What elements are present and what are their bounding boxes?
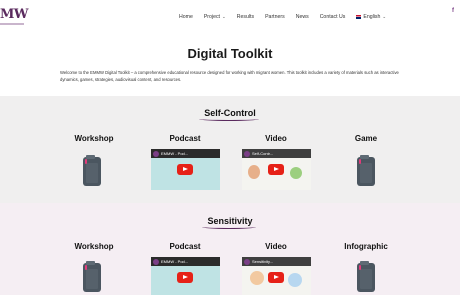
nav-item-news[interactable]: News: [296, 14, 309, 20]
infographic-document-icon[interactable]: [357, 261, 375, 292]
page-title: Digital Toolkit: [187, 46, 273, 61]
column-title: Workshop: [74, 134, 114, 143]
workshop-document-icon[interactable]: [83, 261, 101, 292]
podcast-video-thumbnail[interactable]: EMMW - Pod...: [151, 257, 220, 295]
language-label: English: [363, 14, 381, 20]
workshop-document-icon[interactable]: [83, 155, 101, 186]
heading-underline: [199, 117, 259, 121]
section-sensitivity: Sensitivity Workshop Podcast EMMW - Pod.…: [0, 203, 460, 295]
channel-avatar-icon: [244, 258, 250, 265]
column-video: Video: [236, 242, 316, 251]
language-switcher[interactable]: English ⌄: [356, 14, 386, 20]
uk-flag-icon: [356, 15, 362, 19]
column-podcast: Podcast: [145, 134, 225, 143]
nav-label: Partners: [265, 14, 285, 20]
chevron-down-icon: ⌄: [382, 14, 387, 19]
column-workshop: Workshop: [54, 242, 134, 251]
column-title: Podcast: [169, 134, 201, 143]
heading-underline: [202, 225, 256, 229]
site-header: MW Home Project ⌄ Results Partners News C…: [0, 0, 460, 40]
nav-item-contact-us[interactable]: Contact Us: [320, 14, 346, 20]
column-title: Game: [354, 134, 378, 143]
youtube-play-icon[interactable]: [268, 164, 284, 175]
column-video: Video: [236, 134, 316, 143]
thumbnail-title: Self-Contr...: [252, 151, 274, 156]
person-illustration-icon: [248, 165, 260, 179]
main-nav: Home Project ⌄ Results Partners News Cont…: [179, 14, 397, 20]
column-title: Podcast: [169, 242, 201, 251]
person-illustration-icon: [288, 273, 302, 287]
channel-avatar-icon: [244, 150, 250, 157]
video-thumbnail[interactable]: Self-Contr...: [242, 149, 311, 190]
podcast-video-thumbnail[interactable]: EMMW - Pod...: [151, 149, 220, 190]
person-illustration-icon: [250, 271, 264, 285]
game-document-icon[interactable]: [357, 155, 375, 186]
nav-item-partners[interactable]: Partners: [265, 14, 285, 20]
column-title: Video: [265, 242, 287, 251]
logo-underline: [0, 23, 24, 25]
youtube-play-icon[interactable]: [177, 272, 193, 283]
column-title: Video: [265, 134, 287, 143]
nav-item-results[interactable]: Results: [237, 14, 254, 20]
nav-label: Results: [236, 14, 255, 20]
channel-avatar-icon: [153, 150, 159, 157]
nav-label: Project: [203, 14, 220, 20]
column-podcast: Podcast: [145, 242, 225, 251]
youtube-play-icon[interactable]: [177, 164, 193, 175]
thumbnail-title: EMMW - Pod...: [161, 151, 189, 156]
nav-label: Home: [179, 14, 193, 20]
youtube-play-icon[interactable]: [268, 272, 284, 283]
chevron-down-icon: ⌄: [222, 14, 226, 19]
intro-text: Welcome to the EMMW Digital Toolkit – a …: [60, 70, 399, 82]
nav-item-project[interactable]: Project ⌄: [204, 14, 226, 20]
nav-label: Contact Us: [319, 14, 346, 20]
plant-illustration-icon: [290, 167, 302, 179]
column-title: Workshop: [74, 242, 114, 251]
column-game: Game: [326, 134, 406, 143]
thumbnail-title: Sensitivity...: [252, 259, 274, 264]
column-infographic: Infographic: [326, 242, 406, 251]
facebook-icon[interactable]: f: [452, 8, 454, 14]
column-title: Infographic: [344, 242, 388, 251]
video-thumbnail[interactable]: Sensitivity...: [242, 257, 311, 295]
channel-avatar-icon: [153, 258, 159, 265]
nav-label: News: [295, 14, 309, 20]
column-workshop: Workshop: [54, 134, 134, 143]
nav-item-home[interactable]: Home: [179, 14, 193, 20]
thumbnail-title: EMMW - Pod...: [161, 259, 189, 264]
site-logo[interactable]: MW: [0, 7, 29, 22]
section-self-control: Self-Control Workshop Podcast EMMW - Pod…: [0, 96, 460, 203]
